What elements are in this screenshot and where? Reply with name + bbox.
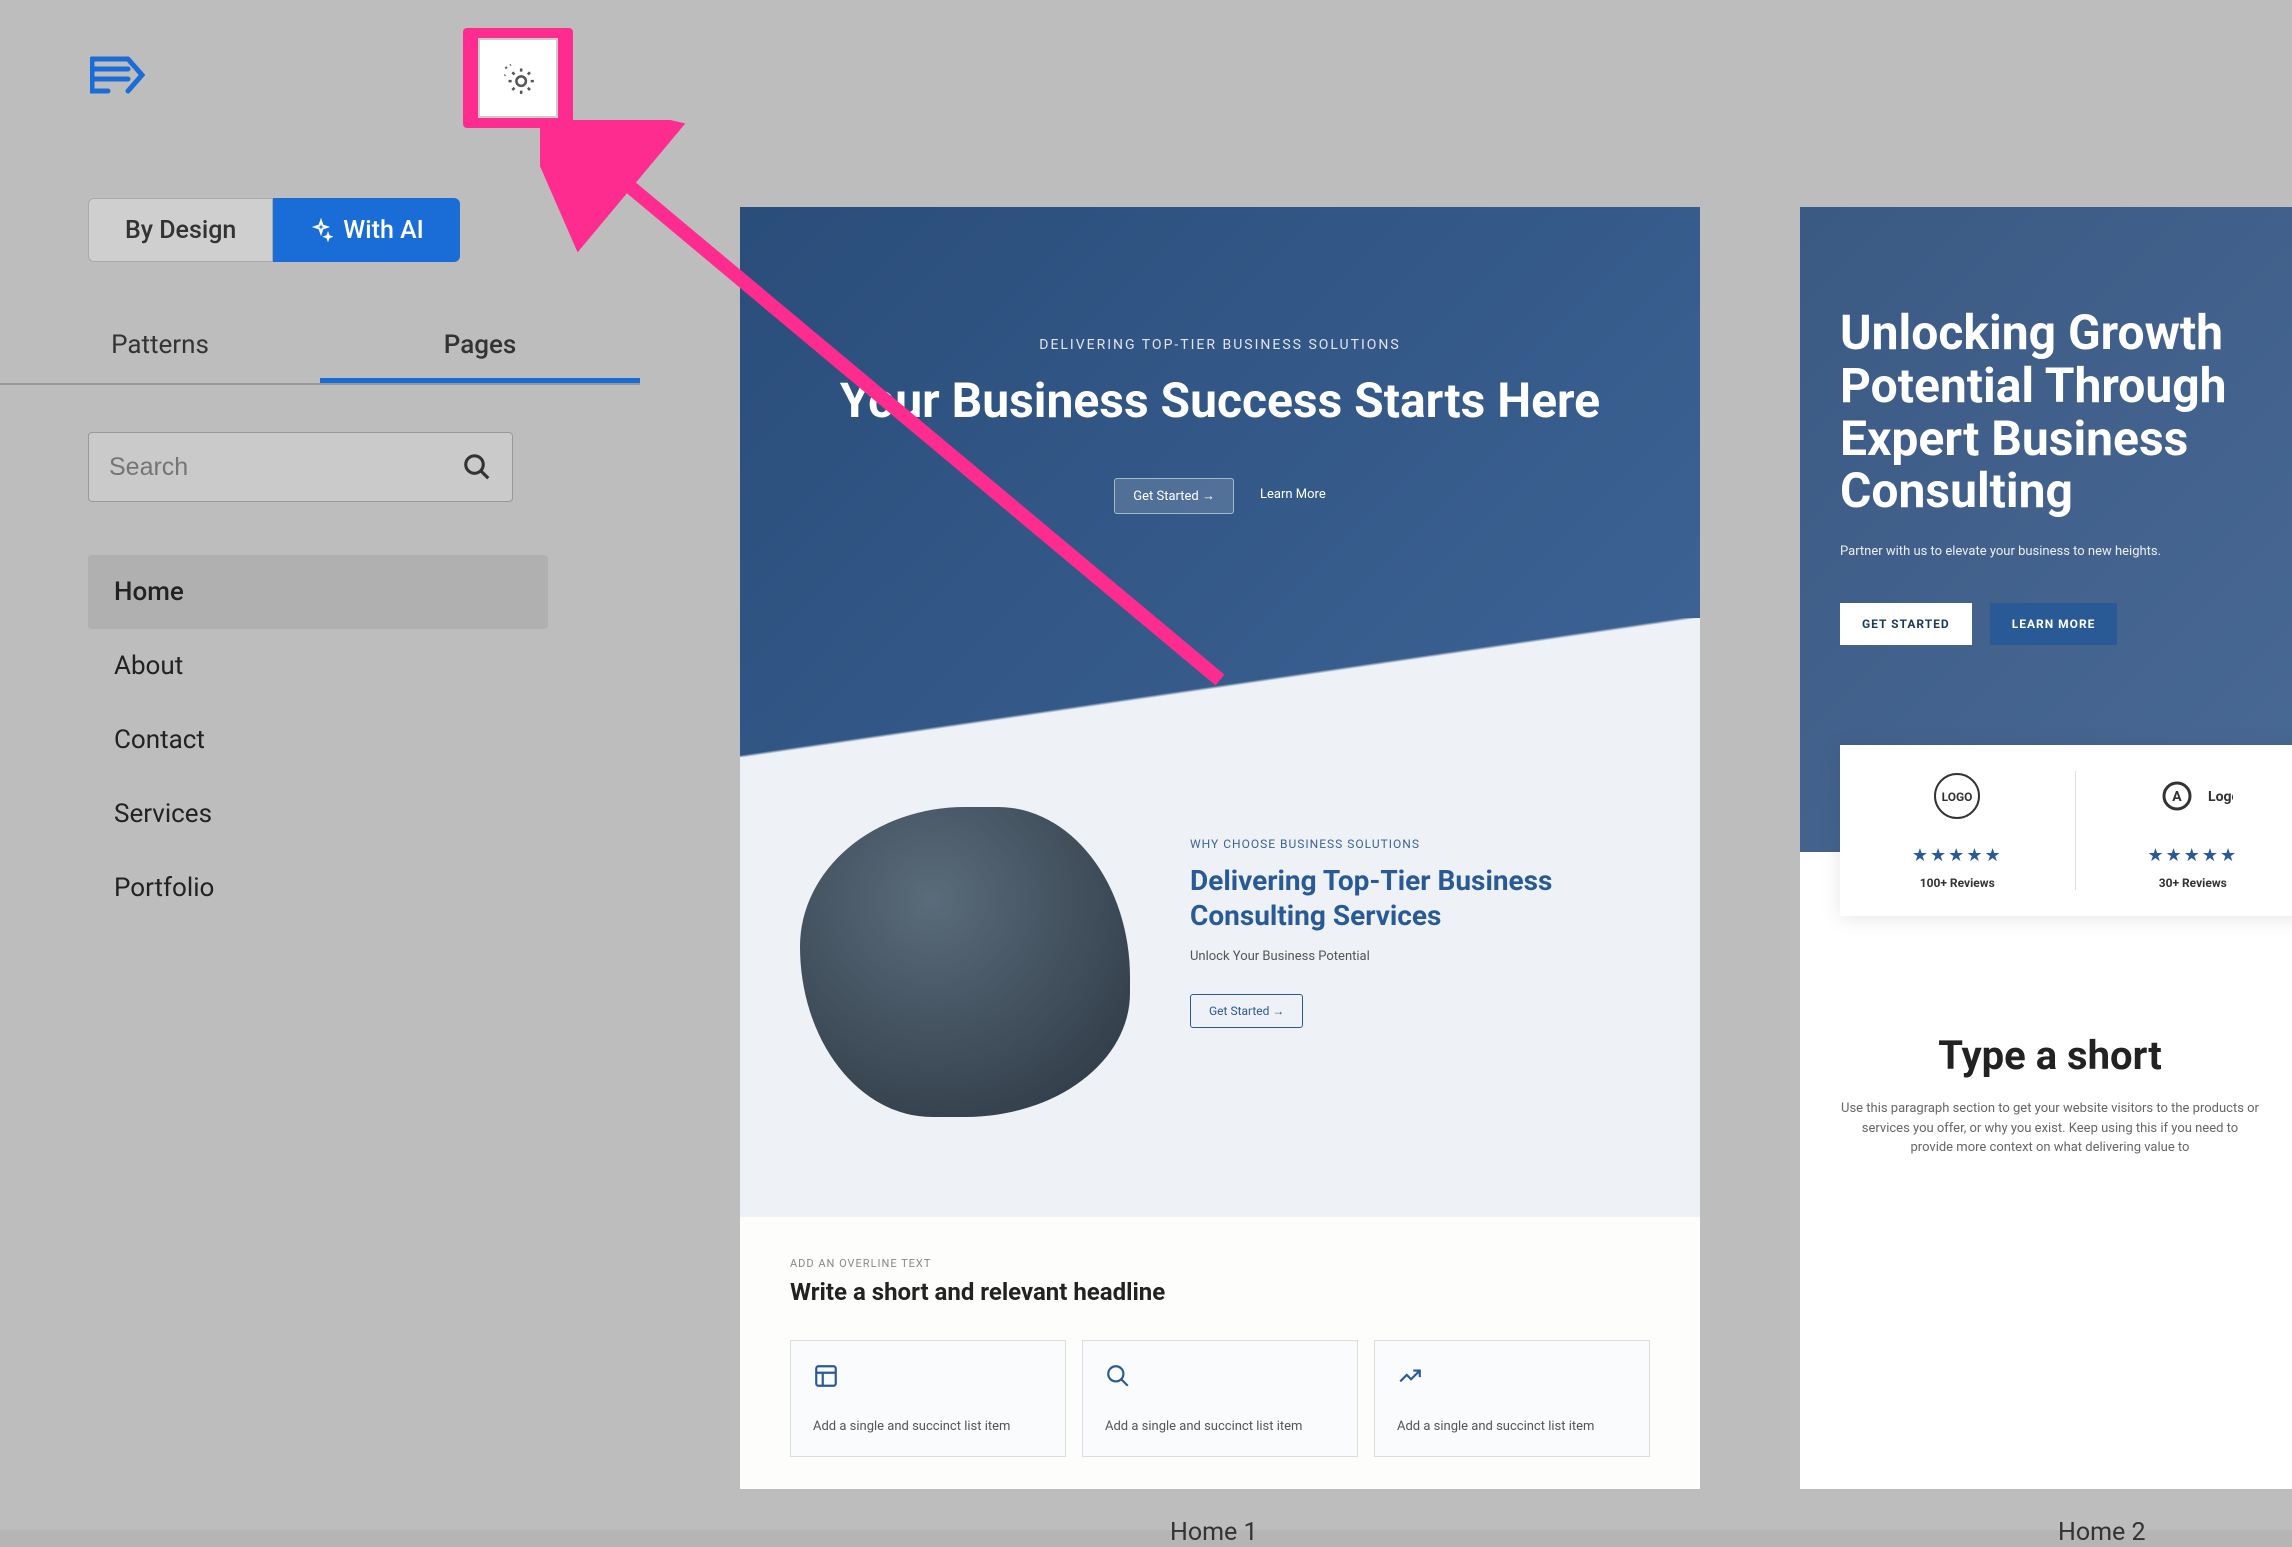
tab-patterns[interactable]: Patterns <box>0 318 320 383</box>
card1-mid-button: Get Started → <box>1190 994 1303 1028</box>
reviews-text: 30+ Reviews <box>2096 876 2291 890</box>
layout-icon <box>813 1363 839 1389</box>
sub-tabs: Patterns Pages <box>0 318 640 385</box>
trend-icon <box>1397 1363 1423 1389</box>
card1-bottom-overline: ADD AN OVERLINE TEXT <box>790 1257 1650 1270</box>
page-item-contact[interactable]: Contact <box>88 703 548 777</box>
settings-highlight <box>463 28 573 128</box>
page-item-portfolio[interactable]: Portfolio <box>88 851 548 925</box>
search-icon <box>1105 1363 1131 1389</box>
card2-bottom-heading: Type a short <box>1840 1032 2260 1079</box>
page-item-services[interactable]: Services <box>88 777 548 851</box>
sparkle-icon <box>309 218 333 242</box>
list-item-text: Add a single and succinct list item <box>1397 1419 1627 1434</box>
search-input[interactable] <box>109 453 462 482</box>
stars-icon: ★★★★★ <box>2096 845 2291 866</box>
by-design-label: By Design <box>125 216 236 245</box>
preview-area: DELIVERING TOP-TIER BUSINESS SOLUTIONS Y… <box>640 0 2292 1530</box>
logo-cell: LOGO ★★★★★ 100+ Reviews <box>1840 771 2076 890</box>
stars-icon: ★★★★★ <box>1860 845 2055 866</box>
card1-bottom-heading: Write a short and relevant headline <box>790 1278 1650 1306</box>
card1-hero: DELIVERING TOP-TIER BUSINESS SOLUTIONS Y… <box>740 207 1700 757</box>
mode-toggle: By Design With AI <box>88 198 460 262</box>
preview-card-home1[interactable]: DELIVERING TOP-TIER BUSINESS SOLUTIONS Y… <box>740 207 1700 1489</box>
card2-hero-sub: Partner with us to elevate your business… <box>1840 544 2260 559</box>
card2-hero: Unlocking Growth Potential Through Exper… <box>1800 207 2292 852</box>
logo-cell: A Logo ★★★★★ 30+ Reviews <box>2076 771 2292 890</box>
page-item-home[interactable]: Home <box>88 555 548 629</box>
card2-logos-row: LOGO ★★★★★ 100+ Reviews A Logo ★★★★★ 30+… <box>1840 745 2292 916</box>
card1-mid-para: Unlock Your Business Potential <box>1190 949 1640 964</box>
settings-button[interactable] <box>478 38 558 118</box>
list-item: Add a single and succinct list item <box>1082 1340 1358 1457</box>
card2-label: Home 2 <box>2058 1518 2146 1547</box>
card2-learn-more-button: LEARN MORE <box>1990 603 2118 645</box>
svg-text:Logo: Logo <box>2208 789 2233 805</box>
page-item-about[interactable]: About <box>88 629 548 703</box>
search-wrap <box>88 432 513 502</box>
list-item: Add a single and succinct list item <box>790 1340 1066 1457</box>
list-item: Add a single and succinct list item <box>1374 1340 1650 1457</box>
svg-text:LOGO: LOGO <box>1942 790 1973 804</box>
list-item-text: Add a single and succinct list item <box>1105 1419 1335 1434</box>
preview-card-home2[interactable]: Unlocking Growth Potential Through Exper… <box>1800 207 2292 1489</box>
with-ai-button[interactable]: With AI <box>273 198 459 262</box>
logo-icon: A Logo <box>2153 771 2233 821</box>
search-icon <box>462 452 492 482</box>
card2-hero-headline: Unlocking Growth Potential Through Exper… <box>1840 307 2260 518</box>
card1-mid-heading: Delivering Top-Tier Business Consulting … <box>1190 863 1640 933</box>
kadence-logo <box>90 55 145 99</box>
card2-get-started-button: GET STARTED <box>1840 603 1972 645</box>
logo-icon: LOGO <box>1917 771 1997 821</box>
card1-mid-image <box>800 807 1130 1117</box>
card1-mid-section: WHY CHOOSE BUSINESS SOLUTIONS Delivering… <box>740 757 1700 1217</box>
card1-bottom-section: ADD AN OVERLINE TEXT Write a short and r… <box>740 1217 1700 1489</box>
card1-get-started-button: Get Started → <box>1114 478 1234 514</box>
page-list: Home About Contact Services Portfolio <box>88 555 548 925</box>
card1-hero-headline: Your Business Success Starts Here <box>740 373 1700 428</box>
card1-hero-overline: DELIVERING TOP-TIER BUSINESS SOLUTIONS <box>740 337 1700 353</box>
tab-pages[interactable]: Pages <box>320 318 640 383</box>
list-item-text: Add a single and succinct list item <box>813 1419 1043 1434</box>
card1-learn-more-button: Learn More <box>1260 478 1326 514</box>
with-ai-label: With AI <box>343 216 423 245</box>
sidebar: By Design With AI Patterns Pages Home Ab… <box>0 0 640 1530</box>
card1-mid-overline: WHY CHOOSE BUSINESS SOLUTIONS <box>1190 837 1640 851</box>
by-design-button[interactable]: By Design <box>88 198 273 262</box>
card2-bottom-para: Use this paragraph section to get your w… <box>1840 1099 2260 1158</box>
svg-text:A: A <box>2172 789 2182 805</box>
card1-label: Home 1 <box>1170 1518 1258 1547</box>
reviews-text: 100+ Reviews <box>1860 876 2055 890</box>
